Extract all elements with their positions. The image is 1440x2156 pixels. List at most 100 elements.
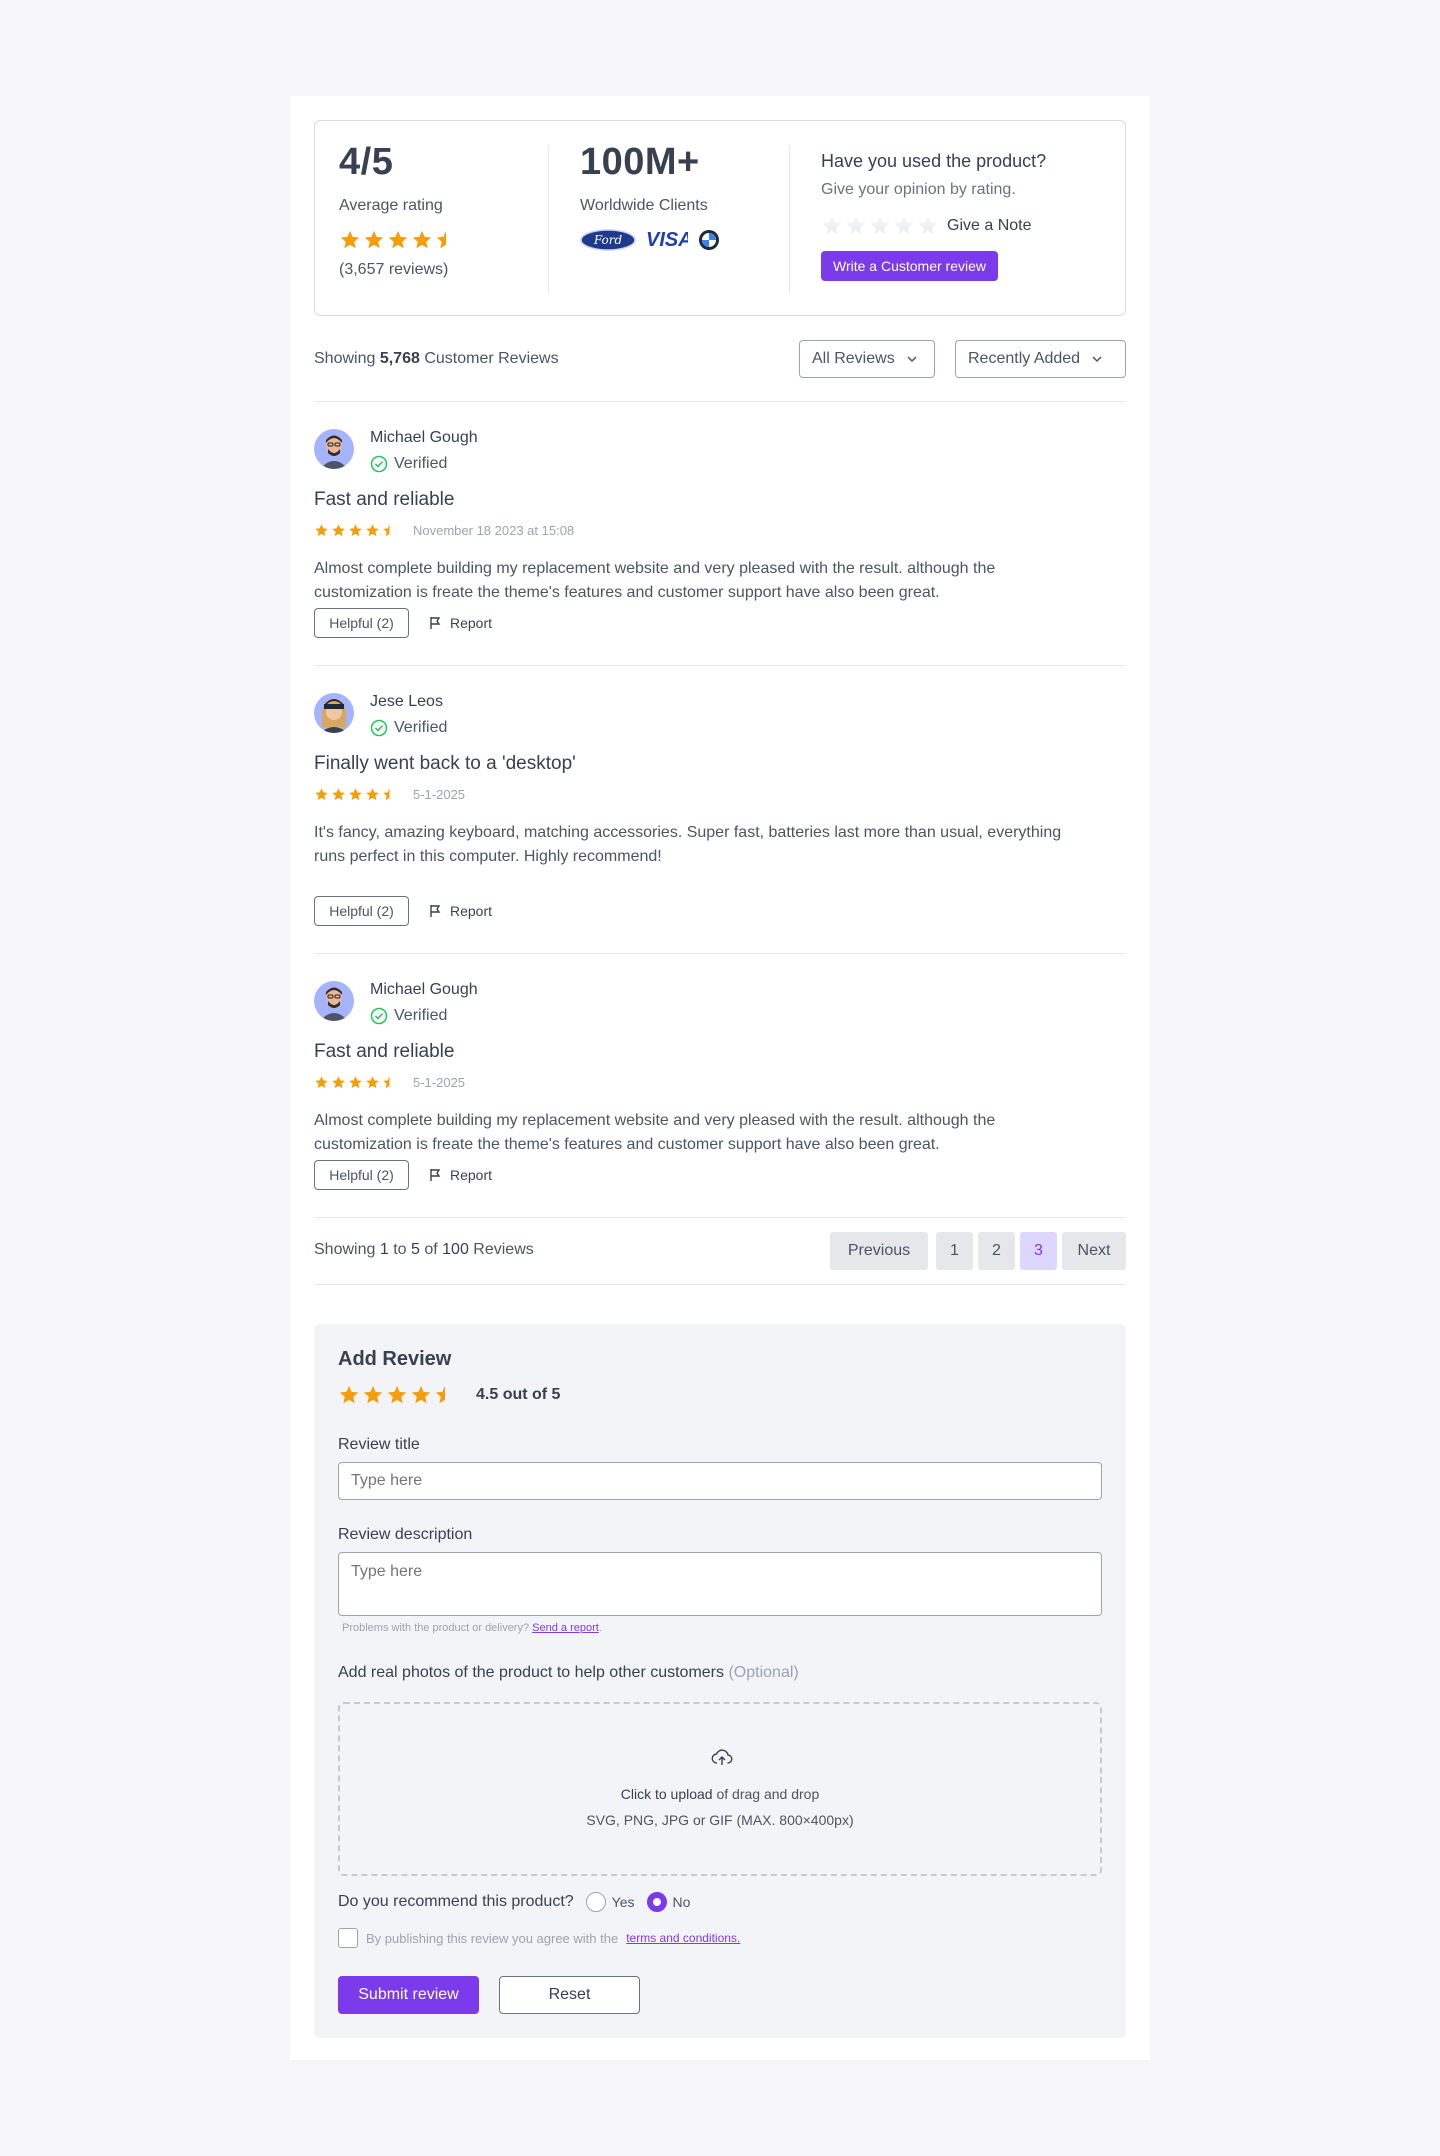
clients-block: 100M+ Worldwide Clients Ford VISA [580,121,780,315]
star-full-icon [331,1075,346,1090]
star-half-icon [382,523,397,538]
star-full-icon [314,787,329,802]
add-review-form: Add Review 4.5 out of 5 Review title Rev… [314,1324,1126,2038]
reviews-card: 4/5 Average rating (3,657 reviews) 100M+… [290,96,1150,2060]
sort-dropdown[interactable]: Recently Added [955,340,1126,378]
summary-divider [548,145,549,293]
pagination-summary: Showing 1 to 5 of 100 Reviews [314,1241,534,1259]
star-full-icon [339,229,361,251]
previous-page-button[interactable]: Previous [830,1232,928,1270]
submit-review-button[interactable]: Submit review [338,1976,479,2014]
verified-badge: Verified [370,719,447,737]
star-empty-icon[interactable] [821,215,843,237]
terms-link[interactable]: terms and conditions. [626,1931,740,1945]
review-item: Michael Gough Verified Fast and reliable… [314,981,1126,1201]
helpful-button[interactable]: Helpful (2) [314,1160,409,1190]
reset-button[interactable]: Reset [499,1976,640,2014]
recommend-no-radio[interactable]: No [646,1892,690,1912]
photo-upload-dropzone[interactable]: Click to upload of drag and drop SVG, PN… [338,1702,1102,1876]
terms-checkbox[interactable] [338,1928,358,1948]
check-circle-icon [370,455,388,473]
filter-dropdown[interactable]: All Reviews [799,340,935,378]
review-body: Almost complete building my replacement … [314,560,996,601]
reviews-count-text: Showing 5,768 Customer Reviews [314,350,559,368]
star-full-icon [365,523,380,538]
ford-logo: Ford [580,229,636,256]
pagination-total: 100 [442,1241,469,1258]
star-full-icon [411,229,433,251]
pagination-showing: Showing [314,1241,376,1258]
upload-instructions: Click to upload of drag and drop [340,1786,1100,1802]
report-button[interactable]: Report [428,1160,492,1190]
showing-count: 5,768 [379,350,420,367]
upload-cta[interactable]: Click to upload [621,1786,713,1802]
review-title-input[interactable] [338,1462,1102,1500]
divider [314,953,1126,954]
empty-rating-stars[interactable] [821,215,939,237]
rate-product-block: Have you used the product? Give your opi… [821,121,1111,315]
pagination-of-word: of [424,1241,438,1258]
review-body: It's fancy, amazing keyboard, matching a… [314,824,1062,865]
star-half-icon [435,229,457,251]
page-button-3[interactable]: 3 [1020,1232,1057,1270]
give-note-row: Give a Note [821,215,1031,237]
page-button-1[interactable]: 1 [936,1232,973,1270]
star-empty-icon[interactable] [917,215,939,237]
star-full-icon [410,1384,432,1406]
next-page-button[interactable]: Next [1062,1232,1126,1270]
give-note-label: Give a Note [947,217,1032,234]
average-rating-label: Average rating [339,197,443,214]
avatar [314,429,354,469]
add-review-rating-text: 4.5 out of 5 [476,1386,561,1403]
report-button[interactable]: Report [428,896,492,926]
hint-text: Problems with the product or delivery? [342,1622,530,1634]
photos-label-text: Add real photos of the product to help o… [338,1664,725,1681]
send-report-link[interactable]: Send a report [532,1622,599,1634]
divider [314,1284,1126,1285]
report-button[interactable]: Report [428,608,492,638]
divider [314,665,1126,666]
star-full-icon [387,229,409,251]
star-full-icon [348,1075,363,1090]
recommend-question: Do you recommend this product? [338,1893,574,1910]
radio-circle[interactable] [585,1892,606,1912]
add-review-title: Add Review [338,1348,452,1370]
add-review-rating: 4.5 out of 5 [338,1384,560,1406]
radio-circle-selected[interactable] [646,1892,667,1912]
hint-end: . [598,1622,602,1634]
review-description-input[interactable] [338,1552,1102,1616]
review-date: November 18 2023 at 15:08 [413,523,575,538]
photos-optional: (Optional) [728,1664,799,1681]
star-full-icon [365,787,380,802]
helpful-button[interactable]: Helpful (2) [314,608,409,638]
star-empty-icon[interactable] [893,215,915,237]
add-review-stars[interactable] [338,1384,456,1406]
pagination-suffix: Reviews [473,1241,534,1258]
star-full-icon [314,1075,329,1090]
star-empty-icon[interactable] [845,215,867,237]
page-button-2[interactable]: 2 [978,1232,1015,1270]
upload-rest: of drag and drop [716,1786,820,1802]
cloud-upload-icon [710,1746,734,1770]
chevron-down-icon [1090,352,1104,366]
reviewer-name: Michael Gough [370,429,478,446]
helpful-button[interactable]: Helpful (2) [314,896,409,926]
star-full-icon [348,787,363,802]
clients-value: 100M+ [580,141,700,183]
summary-divider [789,145,790,293]
verified-label: Verified [394,1007,448,1024]
star-full-icon [365,1075,380,1090]
average-rating-stars [339,229,457,251]
recommend-yes-radio[interactable]: Yes [585,1892,635,1912]
clients-label: Worldwide Clients [580,197,708,214]
write-review-button[interactable]: Write a Customer review [821,251,999,281]
star-full-icon [348,523,363,538]
star-empty-icon[interactable] [869,215,891,237]
star-half-icon [382,787,397,802]
review-stars [314,523,397,538]
check-circle-icon [370,719,388,737]
check-circle-icon [370,1007,388,1025]
verified-badge: Verified [370,1007,447,1025]
recommend-row: Do you recommend this product? Yes No [338,1892,690,1912]
star-full-icon [331,787,346,802]
